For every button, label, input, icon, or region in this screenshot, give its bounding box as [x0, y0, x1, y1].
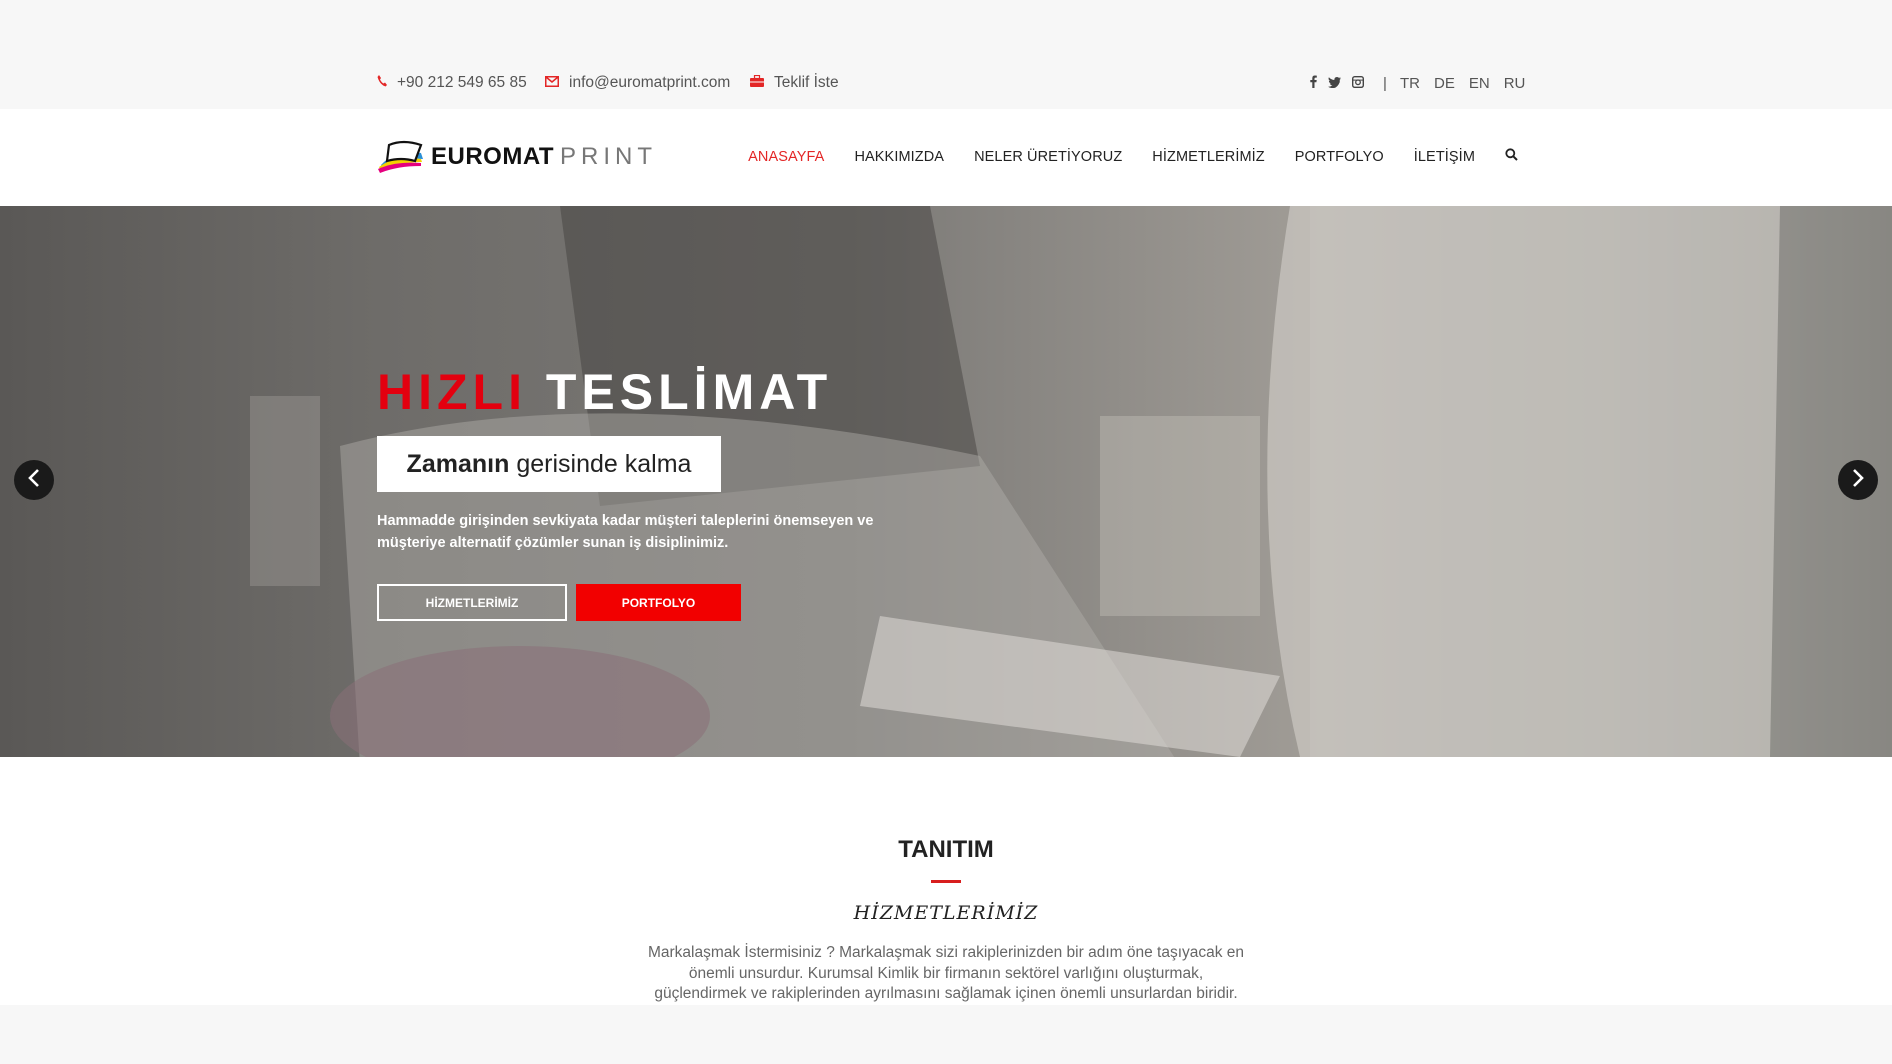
site-logo[interactable]: EUROMAT PRINT [377, 132, 657, 182]
main-nav: ANASAYFA HAKKIMIZDA NELER ÜRETİYORUZ HİZ… [748, 148, 1518, 166]
section-subtitle: HİZMETLERİMİZ [853, 902, 1039, 924]
facebook-icon[interactable] [1310, 75, 1317, 91]
instagram-icon[interactable] [1351, 75, 1365, 91]
social-links: | [1310, 73, 1393, 93]
nav-item-iletisim[interactable]: İLETİŞİM [1414, 149, 1475, 165]
section-divider [931, 880, 961, 883]
envelope-icon [545, 74, 569, 92]
services-button[interactable]: HİZMETLERİMİZ [377, 584, 567, 621]
slider-prev-button[interactable] [14, 460, 54, 500]
nav-item-neler-uretiyoruz[interactable]: NELER ÜRETİYORUZ [974, 149, 1122, 165]
hero-subtitle: Zamanın gerisinde kalma [377, 436, 721, 492]
separator: | [1383, 74, 1387, 92]
hero-background-image [250, 206, 1892, 757]
hero-title: HIZLI TESLİMAT [377, 363, 832, 421]
email-contact[interactable]: info@euromatprint.com [545, 73, 730, 93]
hero-subtitle-bold: Zamanın [406, 449, 510, 478]
chevron-left-icon [28, 468, 40, 492]
hero-title-main: TESLİMAT [545, 364, 833, 420]
search-icon[interactable] [1505, 148, 1518, 166]
phone-number: +90 212 549 65 85 [397, 74, 527, 91]
logo-text-bold: EUROMAT [431, 143, 555, 170]
language-switcher: TR DE EN RU [1400, 73, 1525, 93]
lang-en[interactable]: EN [1469, 75, 1490, 92]
logo-mark-icon [377, 137, 427, 178]
quote-label: Teklif İste [774, 74, 839, 91]
slider-next-button[interactable] [1838, 460, 1878, 500]
lang-ru[interactable]: RU [1504, 75, 1526, 92]
phone-contact[interactable]: +90 212 549 65 85 [377, 73, 527, 93]
main-header: EUROMAT PRINT ANASAYFA HAKKIMIZDA NELER … [0, 109, 1892, 206]
logo-text-light: PRINT [560, 143, 658, 170]
nav-item-hizmetlerimiz[interactable]: HİZMETLERİMİZ [1152, 149, 1264, 165]
quote-link[interactable]: Teklif İste [750, 73, 839, 93]
section-title: TANITIM [898, 836, 994, 863]
email-address: info@euromatprint.com [569, 74, 731, 91]
hero-slider: HIZLI TESLİMAT Zamanın gerisinde kalma H… [0, 206, 1892, 757]
chevron-right-icon [1852, 468, 1864, 492]
nav-item-hakkimizda[interactable]: HAKKIMIZDA [854, 149, 944, 165]
hero-subtitle-rest: gerisinde kalma [516, 449, 692, 478]
lang-tr[interactable]: TR [1400, 75, 1420, 92]
nav-item-anasayfa[interactable]: ANASAYFA [748, 149, 824, 165]
phone-icon [377, 74, 397, 92]
intro-section: TANITIM HİZMETLERİMİZ Markalaşmak İsterm… [0, 757, 1892, 1005]
twitter-icon[interactable] [1328, 75, 1341, 91]
hero-description: Hammadde girişinden sevkiyata kadar müşt… [377, 513, 874, 551]
hero-title-accent: HIZLI [377, 364, 527, 420]
section-text: Markalaşmak İstermisiniz ? Markalaşmak s… [647, 944, 1245, 1002]
nav-item-portfolyo[interactable]: PORTFOLYO [1295, 149, 1384, 165]
briefcase-icon [750, 74, 774, 92]
top-bar: +90 212 549 65 85 info@euromatprint.com … [0, 0, 1892, 109]
lang-de[interactable]: DE [1434, 75, 1455, 92]
portfolio-button[interactable]: PORTFOLYO [576, 584, 741, 621]
